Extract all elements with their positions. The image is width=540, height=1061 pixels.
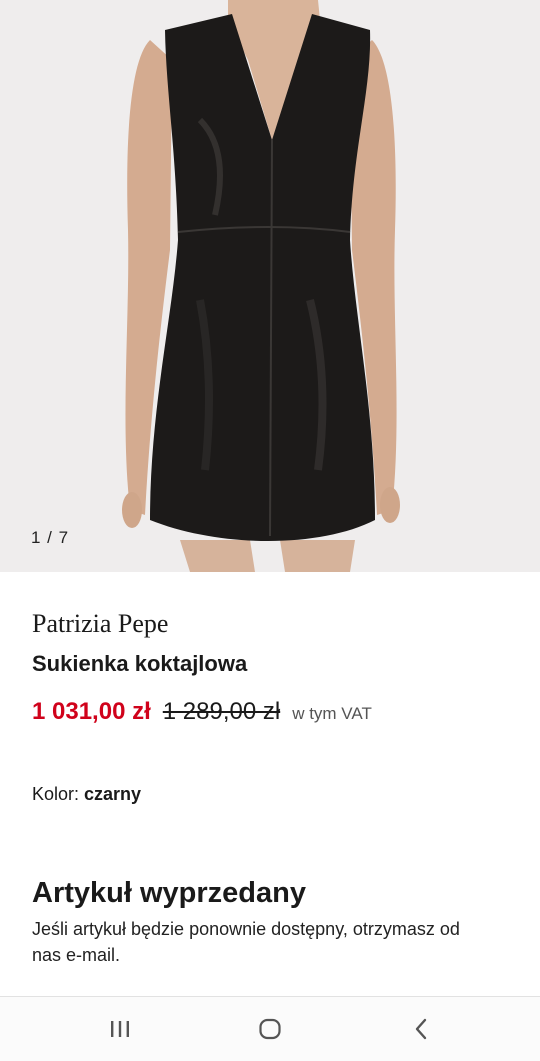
image-counter: 1 / 7 — [31, 528, 70, 547]
product-photo — [0, 0, 540, 572]
sold-out-title: Artykuł wyprzedany — [32, 877, 306, 909]
vat-note: w tym VAT — [292, 704, 372, 723]
back-icon[interactable] — [402, 1011, 442, 1047]
color-row: Kolor: czarny — [32, 784, 141, 805]
original-price: 1 289,00 zł — [162, 698, 281, 725]
product-title: Sukienka koktajlowa — [32, 651, 248, 676]
brand-name[interactable]: Patrizia Pepe — [32, 609, 168, 639]
current-price: 1 031,00 zł — [32, 698, 151, 725]
home-icon[interactable] — [250, 1011, 290, 1047]
product-image-gallery[interactable]: 1 / 7 — [0, 0, 540, 572]
sold-out-description: Jeśli artykuł będzie ponownie dostępny, … — [32, 919, 460, 965]
price-row: 1 031,00 zł 1 289,00 zł w tym VAT — [32, 698, 372, 726]
color-label: Kolor: — [32, 784, 85, 804]
system-navigation-bar — [0, 996, 540, 1061]
color-value: czarny — [84, 784, 142, 804]
recent-apps-icon[interactable] — [100, 1011, 140, 1047]
